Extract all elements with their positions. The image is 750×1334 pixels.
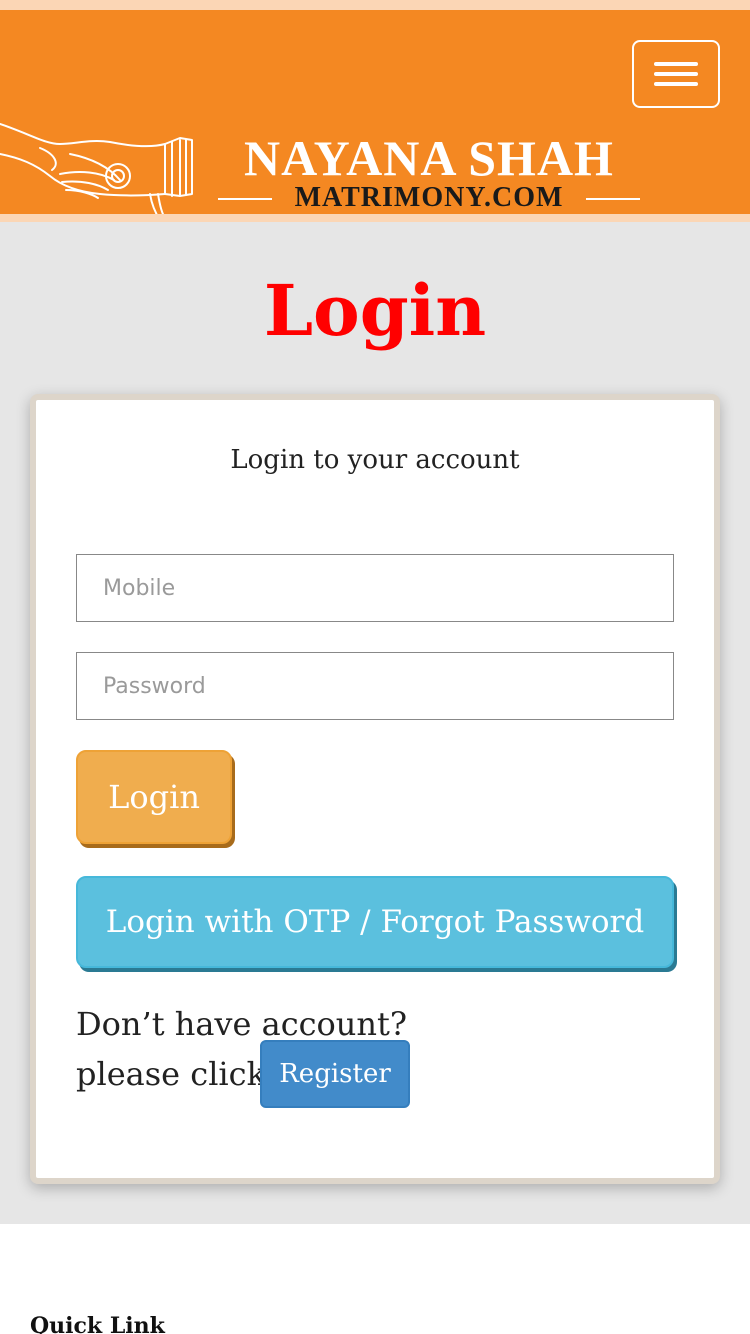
password-input[interactable] bbox=[76, 652, 674, 720]
login-button[interactable]: Login bbox=[76, 750, 232, 844]
no-account-text: Don’t have account? bbox=[76, 1005, 408, 1043]
mobile-input[interactable] bbox=[76, 554, 674, 622]
hamburger-menu-button[interactable] bbox=[632, 40, 720, 108]
hands-with-bangles-logo bbox=[0, 123, 193, 224]
brand-name: NAYANA SHAH bbox=[244, 130, 614, 186]
card-heading: Login to your account bbox=[230, 445, 520, 475]
register-button[interactable]: Register bbox=[260, 1040, 410, 1108]
please-click-text: please click bbox=[76, 1055, 266, 1093]
divider bbox=[218, 198, 272, 200]
quick-link-heading: Quick Link bbox=[30, 1313, 165, 1334]
hamburger-bar bbox=[654, 82, 698, 86]
header-bottom-strip bbox=[0, 214, 750, 222]
hamburger-bar bbox=[654, 72, 698, 76]
login-with-otp-button[interactable]: Login with OTP / Forgot Password bbox=[76, 876, 674, 968]
top-accent-strip bbox=[0, 0, 750, 10]
brand-subtitle: MATRIMONY.COM bbox=[214, 182, 644, 214]
site-header: NAYANA SHAH MATRIMONY.COM bbox=[0, 10, 750, 224]
login-card: Login to your account Login Login with O… bbox=[30, 394, 720, 1184]
brand-domain: MATRIMONY.COM bbox=[294, 182, 564, 213]
page-title: Login bbox=[263, 269, 487, 352]
hamburger-menu-icon bbox=[654, 62, 698, 66]
divider bbox=[586, 198, 640, 200]
login-section: Login Login to your account Login Login … bbox=[0, 222, 750, 1224]
